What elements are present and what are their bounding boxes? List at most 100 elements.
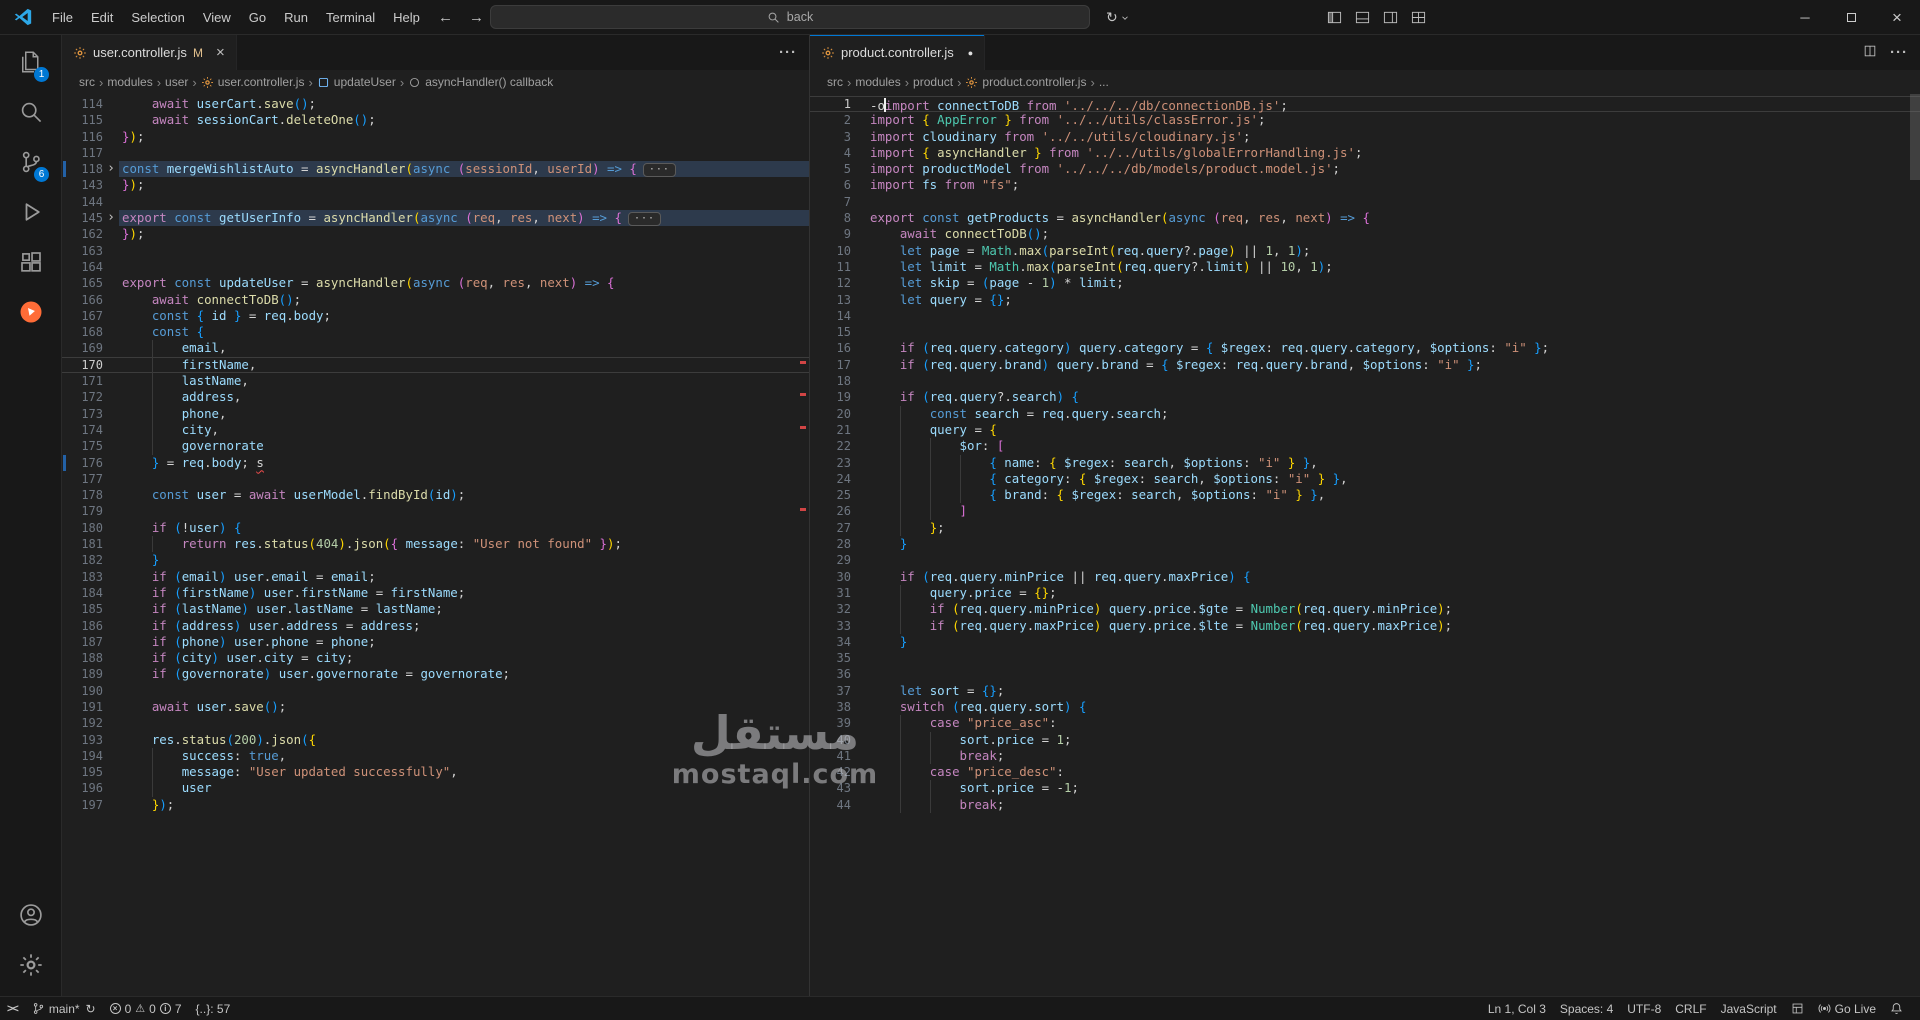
code-line-36[interactable]: 36 bbox=[810, 666, 1920, 682]
line-number-gutter[interactable]: 18 bbox=[810, 373, 867, 389]
line-number-gutter[interactable]: 30 bbox=[810, 569, 867, 585]
code-line-117[interactable]: 117 bbox=[62, 145, 809, 161]
menu-view[interactable]: View bbox=[194, 0, 240, 35]
line-number-gutter[interactable]: 17 bbox=[810, 357, 867, 373]
code-line-118[interactable]: 118 › const mergeWishlistAuto = asyncHandl… bbox=[62, 161, 809, 178]
code-line-14[interactable]: 14 bbox=[810, 308, 1920, 324]
code-line-10[interactable]: 10 let page = Math.max(parseInt(req.quer… bbox=[810, 243, 1920, 259]
code-line-32[interactable]: 32 if (req.query.minPrice) query.price.$… bbox=[810, 601, 1920, 618]
code-line-164[interactable]: 164 bbox=[62, 259, 809, 275]
code-line-195[interactable]: 195 message: "User updated successfully"… bbox=[62, 764, 809, 781]
line-number-gutter[interactable]: 6 bbox=[810, 177, 867, 193]
line-number-gutter[interactable]: 179 bbox=[62, 503, 119, 519]
code-line-40[interactable]: 40 sort.price = 1; bbox=[810, 731, 1920, 748]
editor-user-controller[interactable]: 114 await userCart.save(); 115 await sess… bbox=[62, 94, 809, 996]
line-number-gutter[interactable]: 28 bbox=[810, 536, 867, 552]
line-number-gutter[interactable]: 191 bbox=[62, 699, 119, 715]
code-line-23[interactable]: 23 { name: { $regex: search, $options: "… bbox=[810, 454, 1920, 471]
code-line-169[interactable]: 169 email, bbox=[62, 340, 809, 357]
line-number-gutter[interactable]: 23 bbox=[810, 455, 867, 471]
code-line-42[interactable]: 42 case "price_desc": bbox=[810, 764, 1920, 781]
line-number-gutter[interactable]: 32 bbox=[810, 601, 867, 617]
line-number-gutter[interactable]: 31 bbox=[810, 585, 867, 601]
code-line-185[interactable]: 185 if (lastName) user.lastName = lastNa… bbox=[62, 601, 809, 617]
activity-run-debug[interactable] bbox=[0, 189, 61, 239]
code-line-177[interactable]: 177 bbox=[62, 471, 809, 487]
activity-source-control[interactable]: 6 bbox=[0, 139, 61, 189]
line-number-gutter[interactable]: 13 bbox=[810, 292, 867, 308]
activity-account[interactable] bbox=[0, 892, 61, 942]
breadcrumb-product[interactable]: product bbox=[913, 75, 953, 89]
breadcrumb-user[interactable]: user bbox=[165, 75, 188, 89]
status-go-live[interactable]: Go Live bbox=[1811, 997, 1883, 1020]
code-line-2[interactable]: 2 import { AppError } from '../../utils/c… bbox=[810, 112, 1920, 128]
line-number-gutter[interactable]: 173 bbox=[62, 406, 119, 422]
activity-settings[interactable] bbox=[0, 942, 61, 992]
status-remote[interactable]: >< bbox=[0, 997, 25, 1020]
line-number-gutter[interactable]: 174 bbox=[62, 422, 119, 438]
status-branch[interactable]: main* ↻ bbox=[25, 997, 103, 1020]
code-line-143[interactable]: 143}); bbox=[62, 177, 809, 193]
code-line-190[interactable]: 190 bbox=[62, 683, 809, 699]
line-number-gutter[interactable]: 12 bbox=[810, 275, 867, 291]
code-line-31[interactable]: 31 query.price = {}; bbox=[810, 584, 1920, 602]
code-line-27[interactable]: 27 }; bbox=[810, 519, 1920, 537]
line-number-gutter[interactable]: 114 bbox=[62, 96, 119, 112]
code-line-1[interactable]: 1 -oimport connectToDB from '../../../db/… bbox=[810, 96, 1920, 113]
breadcrumb-product-controller-js[interactable]: product.controller.js bbox=[965, 75, 1086, 89]
code-line-43[interactable]: 43 sort.price = -1; bbox=[810, 780, 1920, 797]
code-line-188[interactable]: 188 if (city) user.city = city; bbox=[62, 650, 809, 666]
code-line-12[interactable]: 12 let skip = (page - 1) * limit; bbox=[810, 275, 1920, 291]
code-line-179[interactable]: 179 bbox=[62, 503, 809, 519]
line-number-gutter[interactable]: 36 bbox=[810, 666, 867, 682]
code-line-115[interactable]: 115 await sessionCart.deleteOne(); bbox=[62, 112, 809, 128]
folded-code-ellipsis[interactable]: ··· bbox=[642, 163, 676, 178]
code-line-114[interactable]: 114 await userCart.save(); bbox=[62, 96, 809, 112]
line-number-gutter[interactable]: 42 bbox=[810, 764, 867, 780]
line-number-gutter[interactable]: 8 bbox=[810, 210, 867, 226]
toggle-panel-icon[interactable] bbox=[1355, 10, 1370, 25]
breadcrumb-src[interactable]: src bbox=[827, 75, 843, 89]
line-number-gutter[interactable]: 15 bbox=[810, 324, 867, 340]
code-line-30[interactable]: 30 if (req.query.minPrice || req.query.m… bbox=[810, 569, 1920, 585]
line-number-gutter[interactable]: 7 bbox=[810, 194, 867, 210]
code-line-194[interactable]: 194 success: true, bbox=[62, 747, 809, 765]
line-number-gutter[interactable]: 171 bbox=[62, 373, 119, 389]
editor-product-controller[interactable]: 1 -oimport connectToDB from '../../../db/… bbox=[810, 94, 1920, 996]
close-window-button[interactable]: × bbox=[1874, 0, 1920, 35]
line-number-gutter[interactable]: 4 bbox=[810, 145, 867, 161]
code-line-163[interactable]: 163 bbox=[62, 243, 809, 259]
line-number-gutter[interactable]: 190 bbox=[62, 683, 119, 699]
code-line-175[interactable]: 175 governorate bbox=[62, 438, 809, 455]
line-number-gutter[interactable]: 168 bbox=[62, 324, 119, 340]
code-line-6[interactable]: 6 import fs from "fs"; bbox=[810, 177, 1920, 193]
code-line-170[interactable]: 170 firstName, bbox=[62, 356, 809, 374]
code-line-183[interactable]: 183 if (email) user.email = email; bbox=[62, 569, 809, 585]
line-number-gutter[interactable]: 169 bbox=[62, 340, 119, 356]
status-bracket-count[interactable]: {..}: 57 bbox=[189, 997, 238, 1020]
activity-extensions[interactable] bbox=[0, 239, 61, 289]
code-line-184[interactable]: 184 if (firstName) user.firstName = firs… bbox=[62, 585, 809, 601]
fold-chevron-icon[interactable]: › bbox=[103, 161, 119, 177]
code-line-172[interactable]: 172 address, bbox=[62, 389, 809, 406]
code-line-192[interactable]: 192 bbox=[62, 715, 809, 731]
code-line-178[interactable]: 178 const user = await userModel.findByI… bbox=[62, 487, 809, 503]
back-arrow-icon[interactable]: ← bbox=[438, 9, 453, 26]
code-line-173[interactable]: 173 phone, bbox=[62, 405, 809, 422]
line-number-gutter[interactable]: 9 bbox=[810, 226, 867, 242]
code-line-24[interactable]: 24 { category: { $regex: search, $option… bbox=[810, 470, 1920, 488]
line-number-gutter[interactable]: 186 bbox=[62, 618, 119, 634]
command-center-search[interactable]: back bbox=[490, 5, 1090, 29]
line-number-gutter[interactable]: 175 bbox=[62, 438, 119, 454]
line-number-gutter[interactable]: 167 bbox=[62, 308, 119, 324]
code-line-22[interactable]: 22 $or: [ bbox=[810, 438, 1920, 455]
line-number-gutter[interactable]: 194 bbox=[62, 748, 119, 764]
code-line-191[interactable]: 191 await user.save(); bbox=[62, 699, 809, 715]
code-line-41[interactable]: 41 break; bbox=[810, 747, 1920, 765]
menu-selection[interactable]: Selection bbox=[122, 0, 193, 35]
code-line-15[interactable]: 15 bbox=[810, 324, 1920, 340]
line-number-gutter[interactable]: 144 bbox=[62, 194, 119, 210]
code-line-11[interactable]: 11 let limit = Math.max(parseInt(req.que… bbox=[810, 259, 1920, 275]
line-number-gutter[interactable]: 2 bbox=[810, 112, 867, 128]
code-line-171[interactable]: 171 lastName, bbox=[62, 373, 809, 390]
